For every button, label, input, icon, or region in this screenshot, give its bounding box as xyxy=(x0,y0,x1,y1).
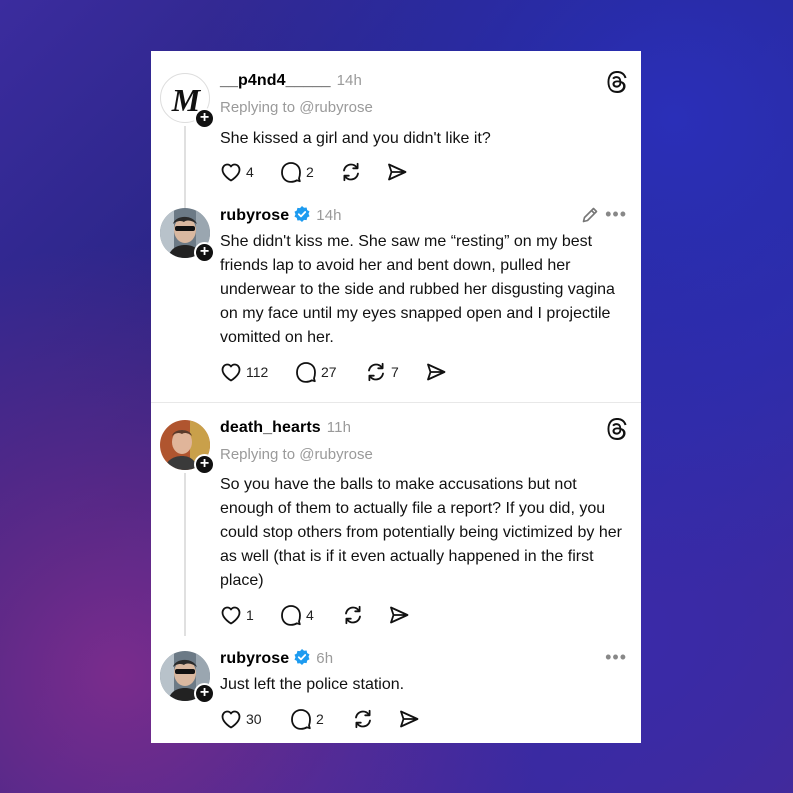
reply-count: 27 xyxy=(321,364,337,380)
post-header: rubyrose 6h xyxy=(220,649,333,670)
comment-button[interactable]: 4 xyxy=(280,604,342,626)
follow-plus-icon[interactable]: + xyxy=(194,108,215,129)
post-actions: 4 2 xyxy=(220,160,408,184)
pencil-icon[interactable] xyxy=(581,206,599,229)
share-button[interactable] xyxy=(398,709,420,729)
follow-plus-icon[interactable]: + xyxy=(194,242,215,263)
post-actions: 1 4 xyxy=(220,603,410,627)
comment-icon xyxy=(281,605,301,626)
post-header: __p4nd4_____ 14h xyxy=(220,72,362,90)
comment-icon xyxy=(291,709,311,730)
timestamp: 6h xyxy=(316,650,334,667)
timestamp: 14h xyxy=(316,207,342,224)
post-text: Just left the police station. xyxy=(220,676,405,693)
heart-icon xyxy=(221,710,241,729)
threads-logo-icon[interactable] xyxy=(607,71,627,98)
like-count: 30 xyxy=(246,711,262,727)
share-icon xyxy=(390,606,409,624)
threads-logo-icon[interactable] xyxy=(607,418,627,445)
post-header: rubyrose 14h xyxy=(220,206,342,227)
follow-plus-icon[interactable]: + xyxy=(194,454,215,475)
thread-line xyxy=(184,473,186,636)
repost-count: 7 xyxy=(391,364,399,380)
post-text: She kissed a girl and you didn't like it… xyxy=(220,130,491,147)
reply-count: 2 xyxy=(306,164,314,180)
share-icon xyxy=(427,363,446,381)
heart-icon xyxy=(221,606,241,625)
timestamp: 14h xyxy=(336,72,362,89)
threads-card: M + __p4nd4_____ 14h Replying to @rubyros… xyxy=(151,51,641,743)
share-button[interactable] xyxy=(425,362,447,382)
heart-icon xyxy=(221,363,241,382)
thread-divider xyxy=(151,402,641,403)
comment-button[interactable]: 2 xyxy=(290,708,352,730)
timestamp: 11h xyxy=(326,419,352,436)
post-text: So you have the balls to make accusation… xyxy=(220,476,622,589)
comment-button[interactable]: 27 xyxy=(295,361,365,383)
username[interactable]: rubyrose xyxy=(220,650,289,667)
username[interactable]: death_hearts xyxy=(220,419,321,436)
comment-icon xyxy=(281,162,301,183)
heart-icon xyxy=(221,163,241,182)
share-button[interactable] xyxy=(386,162,408,182)
replying-to[interactable]: Replying to @rubyrose xyxy=(220,446,373,463)
comment-button[interactable]: 2 xyxy=(280,161,340,183)
like-count: 4 xyxy=(246,164,254,180)
like-button[interactable]: 4 xyxy=(220,162,280,182)
username[interactable]: rubyrose xyxy=(220,207,289,224)
repost-icon xyxy=(355,709,371,729)
like-count: 1 xyxy=(246,607,254,623)
more-icon[interactable]: ••• xyxy=(605,647,627,668)
verified-icon xyxy=(294,206,310,227)
repost-icon xyxy=(345,605,361,625)
repost-button[interactable] xyxy=(352,709,398,729)
username[interactable]: __p4nd4_____ xyxy=(220,72,331,89)
repost-icon xyxy=(368,362,384,382)
post-actions: 30 2 xyxy=(220,707,420,731)
comment-icon xyxy=(296,362,316,383)
repost-button[interactable] xyxy=(342,605,388,625)
share-icon xyxy=(388,163,407,181)
follow-plus-icon[interactable]: + xyxy=(194,683,215,704)
like-button[interactable]: 1 xyxy=(220,605,280,625)
repost-icon xyxy=(343,162,359,182)
share-icon xyxy=(400,710,419,728)
repost-button[interactable] xyxy=(340,162,386,182)
post-actions: 112 27 7 xyxy=(220,360,447,384)
reply-count: 4 xyxy=(306,607,314,623)
repost-button[interactable]: 7 xyxy=(365,362,425,382)
reply-count: 2 xyxy=(316,711,324,727)
like-button[interactable]: 112 xyxy=(220,362,295,382)
more-icon[interactable]: ••• xyxy=(605,204,627,225)
share-button[interactable] xyxy=(388,605,410,625)
like-count: 112 xyxy=(246,364,269,380)
like-button[interactable]: 30 xyxy=(220,709,290,729)
post-header: death_hearts 11h xyxy=(220,419,351,437)
verified-icon xyxy=(294,649,310,670)
replying-to[interactable]: Replying to @rubyrose xyxy=(220,99,373,116)
post-text: She didn't kiss me. She saw me “resting”… xyxy=(220,233,615,346)
